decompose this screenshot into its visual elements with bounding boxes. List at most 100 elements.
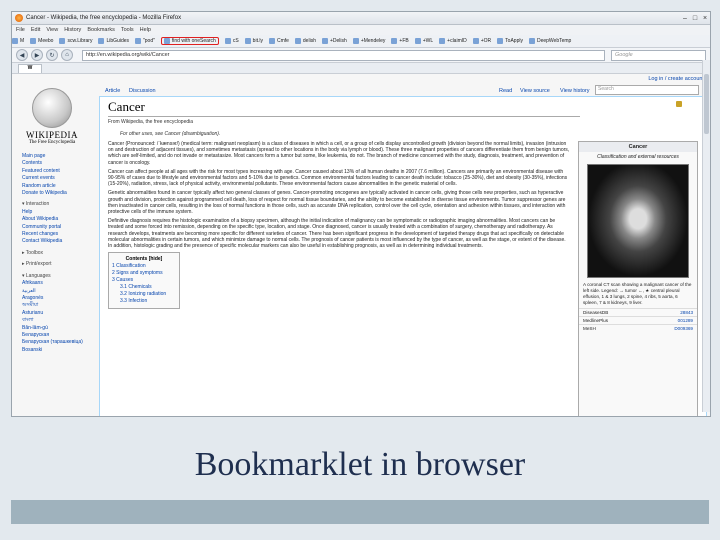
window-title: Cancer - Wikipedia, the free encyclopedi… <box>26 15 182 21</box>
menu-history[interactable]: History <box>64 27 81 33</box>
minimize-icon[interactable]: – <box>680 15 690 22</box>
sidebar-languages-heading[interactable]: ▾ Languages <box>22 273 90 280</box>
menu-file[interactable]: File <box>16 27 25 33</box>
sidebar-item-donate[interactable]: Donate to Wikipedia <box>22 190 90 197</box>
scrollbar-thumb[interactable] <box>704 74 709 134</box>
infobox-key[interactable]: MedlinePlus <box>583 318 608 323</box>
sidebar-item-random[interactable]: Random article <box>22 183 90 190</box>
sidebar-language[interactable]: العربية <box>22 288 90 295</box>
maximize-icon[interactable]: □ <box>690 15 700 22</box>
tab-wikipedia[interactable]: W <box>18 64 42 73</box>
sidebar-item-featured[interactable]: Featured content <box>22 168 90 175</box>
toc-entry[interactable]: 1 Classification <box>112 263 176 270</box>
table-of-contents: Contents [hide] 1 Classification 2 Signs… <box>108 252 180 310</box>
infobox-caption: A coronal CT scan showing a malignant ca… <box>583 282 692 305</box>
sidebar-item-contents[interactable]: Contents <box>22 160 90 167</box>
bookmark-item[interactable]: LibGuides <box>98 38 129 44</box>
toc-entry[interactable]: 3 Causes <box>112 277 176 284</box>
infobox-value[interactable]: D009369 <box>674 326 693 331</box>
sidebar-item-contact[interactable]: Contact Wikipedia <box>22 238 90 245</box>
toc-entry[interactable]: 3.3 Infection <box>112 298 176 305</box>
wikipedia-page: Log in / create account WIKIPEDIA The Fr… <box>12 74 710 416</box>
forward-icon[interactable]: ▶ <box>31 49 43 61</box>
infobox-key[interactable]: DiseasesDB <box>583 310 608 315</box>
sidebar-nav: Main page Contents Featured content Curr… <box>22 153 90 354</box>
sidebar-language[interactable]: Беларуская (тарашкевіца) <box>22 339 90 346</box>
paragraph: Genetic abnormalities found in cancer ty… <box>108 190 566 216</box>
sidebar-item-recent-changes[interactable]: Recent changes <box>22 231 90 238</box>
reload-icon[interactable]: ↻ <box>46 49 58 61</box>
sidebar-language[interactable]: Беларуская <box>22 332 90 339</box>
sidebar-language[interactable]: অসমীয়া <box>22 302 90 309</box>
bookmark-item[interactable]: ToApply <box>497 38 523 44</box>
sidebar-language[interactable]: Bosanski <box>22 347 90 354</box>
wiki-search-input[interactable]: Search <box>595 85 699 95</box>
bookmark-item[interactable]: M <box>12 38 24 44</box>
tab-read[interactable]: Read <box>499 88 512 94</box>
toc-entry[interactable]: 3.2 Ionizing radiation <box>112 291 176 298</box>
sidebar-language[interactable]: Afrikaans <box>22 280 90 287</box>
bookmark-item[interactable]: +FB <box>391 38 408 44</box>
bookmarks-toolbar: M Meebo scw.Library LibGuides "pod" find… <box>12 35 710 48</box>
sidebar-language[interactable]: Asturianu <box>22 310 90 317</box>
bookmark-item[interactable]: +WL <box>415 38 433 44</box>
bookmark-item[interactable]: +Mendeley <box>353 38 386 44</box>
sidebar-interaction-heading[interactable]: ▾ Interaction <box>22 201 90 208</box>
ct-scan-image[interactable] <box>587 164 689 278</box>
toc-entry[interactable]: 2 Signs and symptoms <box>112 270 176 277</box>
article-content: Cancer From Wikipedia, the free encyclop… <box>99 96 707 416</box>
menu-bookmarks[interactable]: Bookmarks <box>87 27 115 33</box>
tab-article[interactable]: Article <box>105 88 120 94</box>
sidebar-item-about[interactable]: About Wikipedia <box>22 216 90 223</box>
bookmark-item[interactable]: scw.Library <box>59 38 92 44</box>
slide-caption: Bookmarklet in browser <box>194 446 526 483</box>
infobox-subtitle: Classification and external resources <box>597 154 679 160</box>
bookmark-item[interactable]: +OR <box>473 38 491 44</box>
bookmark-item[interactable]: bit.ly <box>245 38 263 44</box>
bookmark-item[interactable]: Meebo <box>30 38 53 44</box>
tab-view-history[interactable]: View history <box>560 88 590 94</box>
url-bar[interactable]: http://en.wikipedia.org/wiki/Cancer <box>82 49 605 61</box>
back-icon[interactable]: ◀ <box>16 49 28 61</box>
toc-title[interactable]: Contents [hide] <box>112 256 176 263</box>
sidebar-item-help[interactable]: Help <box>22 209 90 216</box>
bookmark-item[interactable]: cS <box>225 38 239 44</box>
bookmark-item[interactable]: delish <box>295 38 316 44</box>
tab-view-source[interactable]: View source <box>520 88 550 94</box>
browser-search-input[interactable]: Google <box>611 49 706 61</box>
infobox-row: DiseasesDB 28843 <box>579 308 697 316</box>
toc-entry[interactable]: 3.1 Chemicals <box>112 284 176 291</box>
infobox-value[interactable]: 001289 <box>678 318 693 323</box>
bookmark-item[interactable]: Cmfe <box>269 38 289 44</box>
menu-edit[interactable]: Edit <box>31 27 40 33</box>
sidebar-item-main-page[interactable]: Main page <box>22 153 90 160</box>
bookmark-item[interactable]: "pod" <box>135 38 155 44</box>
close-icon[interactable]: × <box>700 15 710 22</box>
title-divider <box>108 116 580 117</box>
bookmark-item[interactable]: +Delish <box>322 38 347 44</box>
hatnote[interactable]: For other uses, see Cancer (disambiguati… <box>120 131 220 137</box>
menu-help[interactable]: Help <box>140 27 151 33</box>
menu-tools[interactable]: Tools <box>121 27 134 33</box>
logo-tagline: The Free Encyclopedia <box>28 140 76 145</box>
sidebar-toolbox-heading[interactable]: ▸ Toolbox <box>22 250 90 257</box>
tab-discussion[interactable]: Discussion <box>129 88 156 94</box>
wiki-logo[interactable]: WIKIPEDIA The Free Encyclopedia <box>20 88 84 145</box>
page-title: Cancer <box>108 99 145 114</box>
infobox-value[interactable]: 28843 <box>680 310 693 315</box>
sidebar-language[interactable]: বাংলা <box>22 317 90 324</box>
infobox-row: MeSH D009369 <box>579 324 697 332</box>
logo-wordmark: WIKIPEDIA <box>26 130 78 140</box>
menu-view[interactable]: View <box>46 27 58 33</box>
bookmark-item[interactable]: +claimID <box>439 38 467 44</box>
home-icon[interactable]: ⌂ <box>61 49 73 61</box>
sidebar-item-community[interactable]: Community portal <box>22 224 90 231</box>
sidebar-language[interactable]: Bân-lâm-gú <box>22 325 90 332</box>
vertical-scrollbar[interactable] <box>702 60 710 412</box>
bookmarklet-find-with-onesearch[interactable]: find with oneSearch <box>160 37 219 45</box>
bookmark-item[interactable]: DeepWebTemp <box>529 38 571 44</box>
firefox-icon <box>15 14 23 22</box>
sidebar-item-current-events[interactable]: Current events <box>22 175 90 182</box>
sidebar-print-heading[interactable]: ▸ Print/export <box>22 261 90 268</box>
infobox-key[interactable]: MeSH <box>583 326 596 331</box>
